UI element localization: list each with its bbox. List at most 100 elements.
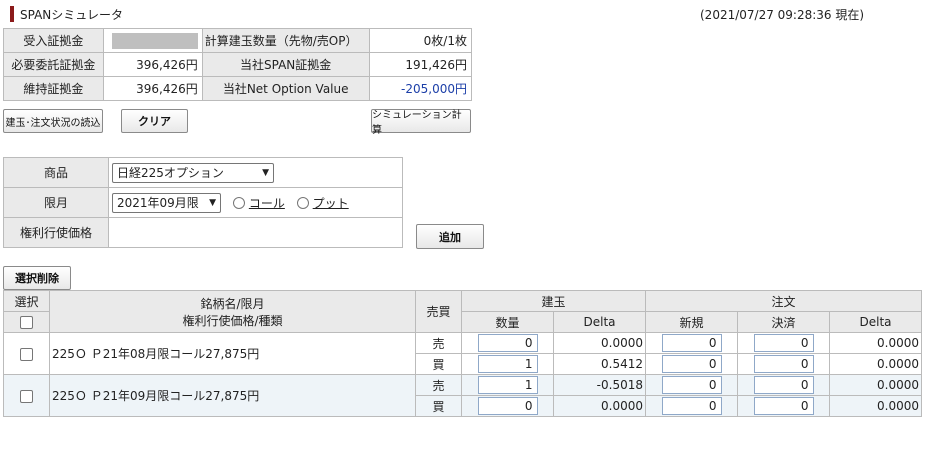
new-order-cell: 0 — [645, 374, 738, 396]
qty-input[interactable]: 1 — [477, 355, 538, 373]
settle-order-cell: 0 — [737, 395, 830, 417]
load-positions-button[interactable]: 建玉･注文状況の読込 — [3, 109, 103, 133]
select-all-cell — [3, 311, 50, 333]
order-header: 注文 — [645, 290, 922, 312]
new-order-cell: 0 — [645, 353, 738, 375]
chevron-down-icon: ▼ — [209, 197, 216, 208]
maintenance-margin-label: 維持証拠金 — [3, 76, 104, 101]
delta-cell: -0.5018 — [553, 374, 646, 396]
simulate-button[interactable]: シミュレーション計算 — [371, 109, 471, 136]
delta-cell: 0.5412 — [553, 353, 646, 375]
order-delta-header: Delta — [829, 311, 922, 333]
month-cell: 2021年09月限 ▼ コール プット — [108, 187, 403, 218]
side-header: 売買 — [415, 290, 462, 333]
row-checkbox[interactable] — [20, 347, 33, 361]
settle-order-input[interactable]: 0 — [753, 334, 814, 352]
title-marker — [10, 6, 14, 22]
new-order-input[interactable]: 0 — [661, 334, 722, 352]
row-checkbox[interactable] — [20, 389, 33, 403]
form-row: 権利行使価格 — [3, 217, 403, 248]
new-order-input[interactable]: 0 — [661, 355, 722, 373]
month-label: 限月 — [3, 187, 109, 218]
net-option-value-value: -205,000円 — [368, 76, 473, 101]
settle-order-input[interactable]: 0 — [753, 355, 814, 373]
month-select[interactable]: 2021年09月限 ▼ — [112, 192, 221, 213]
name-header-top: 銘柄名/限月 — [200, 296, 265, 311]
new-header: 新規 — [645, 311, 738, 333]
settle-order-input[interactable]: 0 — [753, 376, 814, 394]
settle-order-cell: 0 — [737, 353, 830, 375]
form-row: 限月 2021年09月限 ▼ コール プット — [3, 187, 403, 218]
page-title: SPANシミュレータ — [10, 6, 123, 22]
add-button[interactable]: 追加 — [416, 224, 484, 249]
settle-order-cell: 0 — [737, 332, 830, 354]
span-margin-value: 191,426円 — [368, 52, 473, 77]
new-order-input[interactable]: 0 — [661, 397, 722, 415]
delta-cell: 0.0000 — [553, 395, 646, 417]
summary-row: 維持証拠金 396,426円 当社Net Option Value -205,0… — [3, 76, 473, 101]
select-header: 選択 — [3, 290, 50, 312]
call-radio[interactable] — [232, 196, 245, 209]
span-margin-label: 当社SPAN証拠金 — [201, 52, 370, 77]
delete-selected-button[interactable]: 選択削除 — [3, 266, 71, 290]
timestamp: (2021/07/27 09:28:36 現在) — [700, 8, 865, 22]
header-row: 選択 銘柄名/限月 権利行使価格/種類 売買 建玉 注文 — [3, 290, 922, 333]
qty-header: 数量 — [461, 311, 554, 333]
product-cell: 日経225オプション ▼ — [108, 157, 403, 188]
positions-table: 選択 銘柄名/限月 権利行使価格/種類 売買 建玉 注文 数量 Delta 新規… — [3, 290, 922, 417]
received-margin-label: 受入証拠金 — [3, 28, 104, 53]
new-order-cell: 0 — [645, 395, 738, 417]
position-header: 建玉 — [461, 290, 646, 312]
delta-cell: 0.0000 — [553, 332, 646, 354]
strike-value — [108, 217, 403, 248]
put-radio[interactable] — [296, 196, 309, 209]
settle-order-input[interactable]: 0 — [753, 397, 814, 415]
name-header: 銘柄名/限月 権利行使価格/種類 — [49, 290, 416, 333]
row-select-cell — [3, 374, 50, 417]
qty-input[interactable]: 0 — [477, 397, 538, 415]
qty-cell: 0 — [461, 395, 554, 417]
qty-input[interactable]: 1 — [477, 376, 538, 394]
product-select-value: 日経225オプション — [117, 166, 224, 180]
delta-header: Delta — [553, 311, 646, 333]
side-cell: 売 — [415, 374, 462, 396]
row-select-cell — [3, 332, 50, 375]
summary-row: 必要委託証拠金 396,426円 当社SPAN証拠金 191,426円 — [3, 52, 473, 77]
side-cell: 売 — [415, 332, 462, 354]
name-header-bottom: 権利行使価格/種類 — [182, 313, 283, 328]
received-margin-value — [102, 28, 203, 53]
required-margin-label: 必要委託証拠金 — [3, 52, 104, 77]
clear-button[interactable]: クリア — [121, 109, 188, 133]
margin-summary-table: 受入証拠金 計算建玉数量（先物/売OP） 0枚/1枚 必要委託証拠金 396,4… — [3, 28, 473, 101]
settle-order-cell: 0 — [737, 374, 830, 396]
product-label: 商品 — [3, 157, 109, 188]
qty-input[interactable]: 0 — [477, 334, 538, 352]
order-delta-cell: 0.0000 — [829, 374, 922, 396]
instrument-name: 225Ｏ Ｐ21年09月限コール27,875円 — [49, 374, 416, 417]
qty-cell: 1 — [461, 374, 554, 396]
position-qty-value: 0枚/1枚 — [368, 28, 473, 53]
new-order-input[interactable]: 0 — [661, 376, 722, 394]
table-row: 225Ｏ Ｐ21年08月限コール27,875円 売 0 0.0000 0 0 0… — [3, 332, 922, 375]
put-radio-label[interactable]: プット — [313, 196, 349, 210]
new-order-cell: 0 — [645, 332, 738, 354]
order-delta-cell: 0.0000 — [829, 332, 922, 354]
instrument-name: 225Ｏ Ｐ21年08月限コール27,875円 — [49, 332, 416, 375]
add-position-form: 商品 日経225オプション ▼ 限月 2021年09月限 ▼ コール プット 権… — [3, 157, 403, 248]
masked-value — [111, 32, 198, 49]
net-option-value-label: 当社Net Option Value — [201, 76, 370, 101]
month-select-value: 2021年09月限 — [117, 196, 199, 210]
maintenance-margin-value: 396,426円 — [102, 76, 203, 101]
position-qty-label: 計算建玉数量（先物/売OP） — [201, 28, 370, 53]
qty-cell: 0 — [461, 332, 554, 354]
qty-cell: 1 — [461, 353, 554, 375]
side-cell: 買 — [415, 395, 462, 417]
product-select[interactable]: 日経225オプション ▼ — [112, 162, 274, 183]
select-all-checkbox[interactable] — [20, 316, 33, 329]
strike-label: 権利行使価格 — [3, 217, 109, 248]
call-radio-label[interactable]: コール — [249, 196, 285, 210]
form-row: 商品 日経225オプション ▼ — [3, 157, 403, 188]
settle-header: 決済 — [737, 311, 830, 333]
required-margin-value: 396,426円 — [102, 52, 203, 77]
table-row: 225Ｏ Ｐ21年09月限コール27,875円 売 1 -0.5018 0 0 … — [3, 374, 922, 417]
